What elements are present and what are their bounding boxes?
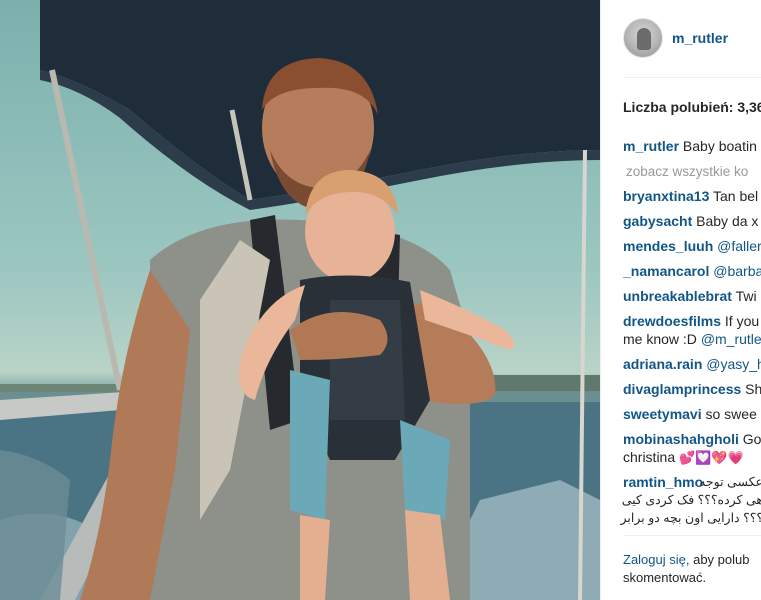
see-all-comments-row: zobacz wszystkie ko	[623, 162, 761, 187]
likes-count[interactable]: Liczba polubień: 3,36	[623, 99, 761, 115]
comment-item: ramtin_hmo عکسی توجه هی کرده؟؟؟ فک کردی …	[620, 473, 761, 527]
comment-username[interactable]: mendes_luuh	[623, 238, 713, 254]
comment-text: If you	[724, 313, 760, 329]
comment-username[interactable]: sweetymavi	[623, 406, 702, 422]
comment-item: unbreakablebrat Twi	[623, 287, 761, 312]
comment-item: adriana.rain @yasy_h	[623, 355, 761, 380]
comment-item: divaglamprincess Sh	[623, 380, 761, 405]
comment-username[interactable]: ramtin_hmo	[623, 474, 703, 490]
comment-text: Tan bel	[713, 188, 759, 204]
comment-text: Go	[742, 431, 761, 447]
comment-item: _namancarol @barba	[623, 262, 761, 287]
comment-username[interactable]: bryanxtina13	[623, 188, 709, 204]
header-divider	[623, 77, 761, 78]
comment-username[interactable]: _namancarol	[623, 263, 709, 279]
comment-text-line2: me know :D @m_rutle	[623, 331, 761, 347]
comment-mention[interactable]: @m_rutle	[701, 331, 761, 347]
login-prompt-text: aby polub	[689, 552, 750, 567]
post-photo[interactable]	[0, 0, 600, 600]
comment-item: bryanxtina13 Tan bel	[623, 187, 761, 212]
comment-username[interactable]: adriana.rain	[623, 356, 702, 372]
comment-item: mendes_luuh @faller	[623, 237, 761, 262]
caption: m_rutler Baby boatin	[623, 137, 761, 162]
see-all-comments-link[interactable]: zobacz wszystkie ko	[623, 164, 748, 179]
login-prompt-text-line2: skomentować.	[623, 570, 707, 585]
comment-text: Twi	[735, 288, 757, 304]
caption-text: Baby boatin	[682, 138, 757, 154]
comment-item: drewdoesfilms If you me know :D @m_rutle	[623, 312, 761, 355]
comment-rtl-line: هی کرده؟؟؟ فک کردی کیی	[621, 493, 761, 507]
comment-item: gabysacht Baby da x	[623, 212, 761, 237]
comment-text: Sh	[745, 381, 761, 397]
footer-divider	[623, 535, 761, 536]
comment-rtl-line: ؟؟؟ دارایی اون بچه دو برابر	[620, 511, 761, 525]
post-header: m_rutler	[623, 18, 728, 58]
post-sidebar: m_rutler Liczba polubień: 3,36 m_rutler …	[600, 0, 761, 600]
comment-username[interactable]: drewdoesfilms	[623, 313, 721, 329]
comment-item: mobinashahgholi Go christina 💕💟💖💗	[623, 430, 761, 473]
comment-username[interactable]: unbreakablebrat	[623, 288, 732, 304]
comment-text: so swee	[705, 406, 757, 422]
comment-username[interactable]: gabysacht	[623, 213, 692, 229]
comment-item: sweetymavi so swee	[623, 405, 761, 430]
comment-text-line2: christina 💕💟💖💗	[623, 449, 744, 465]
login-prompt: Zaloguj się, aby polub skomentować.	[623, 551, 761, 587]
comment-username[interactable]: mobinashahgholi	[623, 431, 739, 447]
header-username[interactable]: m_rutler	[672, 30, 728, 46]
avatar[interactable]	[623, 18, 663, 58]
comment-mention[interactable]: @barba	[713, 263, 761, 279]
caption-username[interactable]: m_rutler	[623, 138, 679, 154]
comment-mention[interactable]: @faller	[717, 238, 761, 254]
comment-username[interactable]: divaglamprincess	[623, 381, 741, 397]
login-link[interactable]: Zaloguj się,	[623, 552, 689, 567]
comments-list: m_rutler Baby boatin zobacz wszystkie ko…	[620, 137, 761, 527]
photo-illustration	[0, 0, 600, 600]
comment-text: Baby da x	[696, 213, 759, 229]
comment-mention[interactable]: @yasy_h	[706, 356, 761, 372]
heart-emoji-icons: 💕💟💖💗	[679, 450, 744, 465]
